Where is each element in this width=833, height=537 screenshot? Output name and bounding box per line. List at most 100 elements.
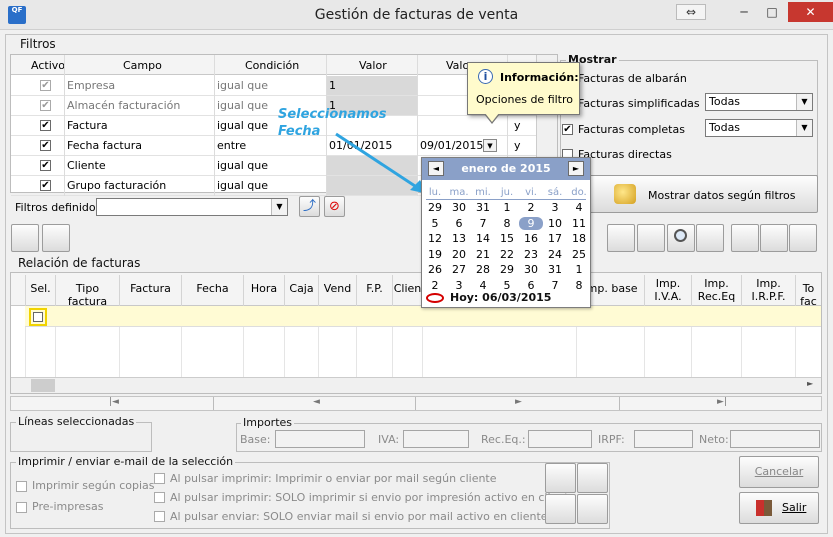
first-record-icon[interactable]: |◄ [109,397,119,407]
calendar-day[interactable]: 3 [447,279,471,292]
calendar-day[interactable]: 23 [519,248,543,261]
calendar-day[interactable]: 2 [519,201,543,214]
filter-campo[interactable]: Almacén facturación [64,96,214,115]
filter-condicion[interactable]: igual que [214,176,326,195]
imprimir-opt2-checkbox[interactable] [154,492,165,503]
calendar-day[interactable]: 10 [543,217,567,230]
mostrar-checkbox[interactable]: ✔ [562,124,573,135]
imprimir-opt1-checkbox[interactable] [154,473,165,484]
calendar-day[interactable]: 5 [495,279,519,292]
table-row[interactable] [25,306,821,327]
scroll-thumb[interactable] [31,379,55,392]
calendar-day[interactable]: 30 [519,263,543,276]
filter-active-checkbox[interactable]: ✔ [40,80,51,91]
filter-valor[interactable]: 1 [326,76,417,95]
calendar-day[interactable]: 14 [471,232,495,245]
facturas-column-header[interactable]: F.P. [356,275,392,306]
calendar-day[interactable]: 1 [495,201,519,214]
calendar-day[interactable]: 17 [543,232,567,245]
calendar-day[interactable]: 25 [567,248,591,261]
toolbar-button-7[interactable] [760,224,788,252]
facturas-column-header[interactable]: Fecha [181,275,243,306]
calendar-day[interactable]: 7 [543,279,567,292]
facturas-column-header[interactable]: Sel. [25,275,55,306]
filter-active-checkbox[interactable]: ✔ [40,160,51,171]
calendar-day[interactable]: 5 [423,217,447,230]
filter-conector[interactable]: y [511,136,531,155]
calendar-day[interactable]: 31 [543,263,567,276]
minimize-icon[interactable]: ─ [730,2,758,22]
calendar-today[interactable]: Hoy: 06/03/2015 [450,291,551,304]
preview-button[interactable] [577,463,608,493]
filter-row[interactable]: ✔ Fecha factura entre 01/01/2015 09/01/2015 y… [11,136,536,156]
imprimir-opt3-checkbox[interactable] [154,511,165,522]
calendar-day[interactable]: 8 [495,217,519,230]
facturas-column-header[interactable]: To fac [795,275,821,306]
close-icon[interactable]: ✕ [788,2,833,22]
calendar-day[interactable]: 19 [423,248,447,261]
calendar-day[interactable]: 15 [495,232,519,245]
calendar-day[interactable]: 20 [447,248,471,261]
facturas-scrollbar[interactable]: ► [11,377,821,393]
calendar-day[interactable]: 18 [567,232,591,245]
calendar-day[interactable]: 4 [567,201,591,214]
filter-active-checkbox[interactable]: ✔ [40,120,51,131]
filtros-definidos-select[interactable]: ▼ [96,198,288,216]
calendar-day[interactable]: 31 [471,201,495,214]
toolbar-button-5[interactable] [696,224,724,252]
filter-active-checkbox[interactable]: ✔ [40,140,51,151]
next-record-icon[interactable]: ► [515,397,522,407]
facturas-column-header[interactable]: Caja [284,275,318,306]
calendar-day[interactable]: 4 [471,279,495,292]
filter-campo[interactable]: Cliente [64,156,214,175]
calendar-next-icon[interactable]: ► [568,161,584,176]
maximize-icon[interactable]: □ [758,2,786,22]
restore-icon[interactable]: ⇔ [676,4,706,20]
calendar-day[interactable]: 8 [567,279,591,292]
calendar-day[interactable]: 2 [423,279,447,292]
filter-active-checkbox[interactable]: ✔ [40,180,51,191]
toolbar-button-3[interactable] [607,224,635,252]
calendar-day[interactable]: 12 [423,232,447,245]
calendar-day[interactable]: 11 [567,217,591,230]
preimpresas-checkbox[interactable] [16,502,27,513]
filter-active-checkbox[interactable]: ✔ [40,100,51,111]
calendar-day[interactable]: 6 [519,279,543,292]
calendar-day[interactable]: 24 [543,248,567,261]
copias-checkbox[interactable] [16,481,27,492]
calendar-day[interactable]: 29 [423,201,447,214]
calendar-day[interactable]: 26 [423,263,447,276]
filter-row[interactable]: ✔ Empresa igual que 1 [11,76,536,96]
filter-campo[interactable]: Grupo facturación [64,176,214,195]
facturas-column-header[interactable]: Imp. I.V.A. [644,275,691,306]
mostrar-option-select[interactable]: Todas ▼ [705,119,813,137]
calendar-prev-icon[interactable]: ◄ [428,161,444,176]
filter-row[interactable]: ✔ Factura igual que y [11,116,536,136]
calendar-day[interactable]: 22 [495,248,519,261]
filter-campo[interactable]: Empresa [64,76,214,95]
filter-campo[interactable]: Factura [64,116,214,135]
toolbar-button-4[interactable] [637,224,665,252]
toolbar-button-8[interactable] [789,224,817,252]
calendar-day[interactable]: 3 [543,201,567,214]
date-dropdown-icon[interactable]: ▼ [483,139,497,152]
filter-condicion[interactable]: igual que [214,76,326,95]
filter-campo[interactable]: Fecha factura [64,136,214,155]
filter-condicion[interactable]: igual que [214,156,326,175]
scroll-right-icon[interactable]: ► [807,379,813,388]
apply-filter-button[interactable]: ⤴ [299,196,320,217]
exit-button[interactable]: Salir [739,492,819,524]
prev-record-icon[interactable]: ◄ [313,397,320,407]
filter-conector[interactable]: y [511,116,531,135]
calendar-day[interactable]: 7 [471,217,495,230]
search-button[interactable] [667,224,695,252]
mostrar-datos-button[interactable]: Mostrar datos según filtros [561,175,818,213]
export-button[interactable] [577,494,608,524]
email-button[interactable] [545,494,576,524]
calendar-day[interactable]: 9 [519,216,543,230]
mostrar-option-select[interactable]: Todas ▼ [705,93,813,111]
facturas-column-header[interactable]: Imp. Rec.Eq [691,275,741,306]
calendar-day[interactable]: 27 [447,263,471,276]
facturas-column-header[interactable]: Factura [119,275,181,306]
calendar-day[interactable]: 30 [447,201,471,214]
